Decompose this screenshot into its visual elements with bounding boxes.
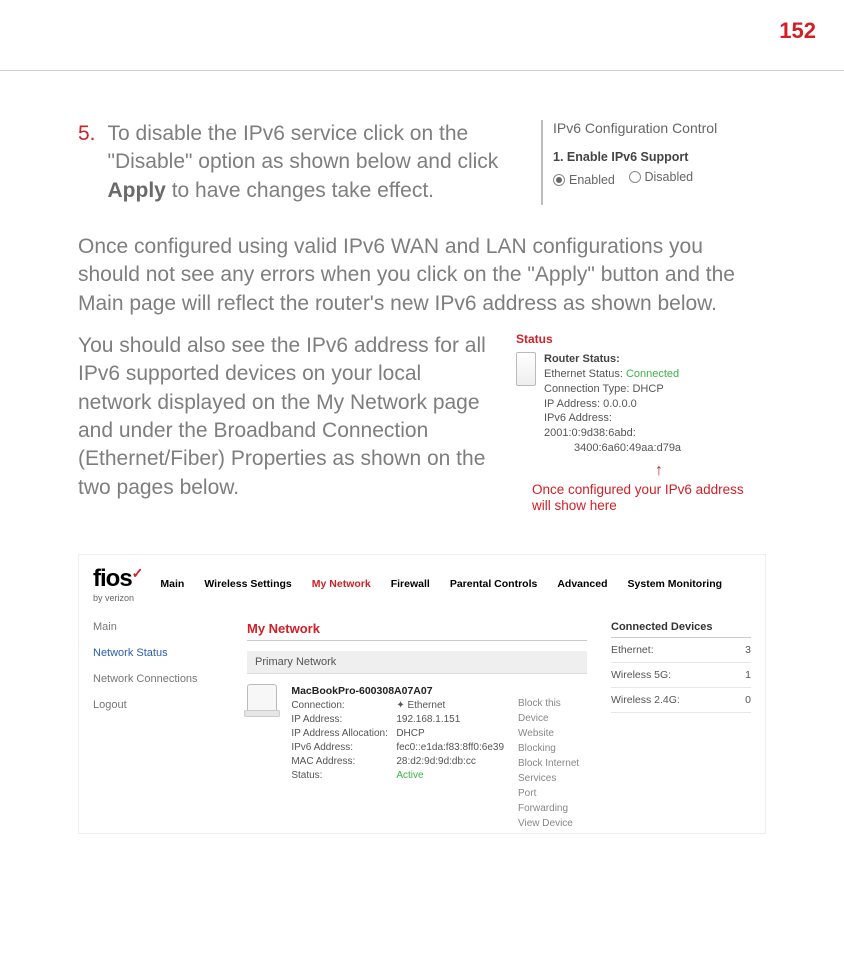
paragraph-1: Once configured using valid IPv6 WAN and… <box>78 233 766 318</box>
status-v: Active <box>396 769 423 783</box>
step-number: 5. <box>78 120 96 205</box>
router-status-label: Router Status: <box>544 352 681 367</box>
status-caption: Once configured your IPv6 address will s… <box>516 482 766 514</box>
connected-devices-panel: Connected Devices Ethernet: 3 Wireless 5G… <box>611 621 751 834</box>
ip-k: IP Address: <box>291 713 396 727</box>
status-heading: Status <box>516 332 766 346</box>
device-table: MacBookPro-600308A07A07 Connection:✦ Eth… <box>291 684 504 783</box>
nav-wireless[interactable]: Wireless Settings <box>204 578 291 590</box>
nav-sysmon[interactable]: System Monitoring <box>628 578 723 590</box>
eth-count-label: Ethernet: <box>611 644 654 656</box>
arrow-up-icon: ↑ <box>516 462 766 480</box>
sidebar-main[interactable]: Main <box>93 621 223 633</box>
page-content: 5. To disable the IPv6 service click on … <box>78 120 766 834</box>
nav-my-network[interactable]: My Network <box>312 578 371 590</box>
router-icon <box>516 352 536 386</box>
device-links: Block this Device Website Blocking Block… <box>518 684 587 834</box>
laptop-icon <box>247 684 277 714</box>
fios-nav: Main Wireless Settings My Network Firewa… <box>160 578 722 590</box>
paragraph-2: You should also see the IPv6 address for… <box>78 332 486 514</box>
radio-disabled-label: Disabled <box>645 170 694 184</box>
w5-count-label: Wireless 5G: <box>611 669 671 681</box>
ip-value: 0.0.0.0 <box>603 398 637 410</box>
ipv6-label: IPv6 Address: <box>544 411 681 426</box>
ip-label: IP Address: <box>544 398 600 410</box>
radio-enabled-label: Enabled <box>569 173 615 187</box>
fios-logo-sub: by verizon <box>93 593 142 603</box>
connected-devices-heading: Connected Devices <box>611 621 751 638</box>
link-block-device[interactable]: Block this Device <box>518 696 587 726</box>
link-view-details[interactable]: View Device Details <box>518 816 587 834</box>
sidebar-network-connections[interactable]: Network Connections <box>93 673 223 685</box>
eth-status-value: Connected <box>626 368 679 380</box>
check-icon: ✓ <box>132 565 143 581</box>
eth-count-value: 3 <box>745 644 751 656</box>
step-text-before: To disable the IPv6 service click on the… <box>108 122 499 173</box>
w24-count-value: 0 <box>745 694 751 706</box>
fios-logo: fios✓ by verizon <box>93 565 142 603</box>
ipv6-question: 1. Enable IPv6 Support <box>553 150 766 164</box>
nav-parental[interactable]: Parental Controls <box>450 578 538 590</box>
conn-v: ✦ Ethernet <box>396 699 445 713</box>
primary-network-label: Primary Network <box>247 651 587 674</box>
eth-status-label: Ethernet Status: <box>544 368 623 380</box>
fios-logo-text: fios <box>93 565 132 592</box>
sidebar-network-status[interactable]: Network Status <box>93 647 223 659</box>
status-k: Status: <box>291 769 396 783</box>
conn-k: Connection: <box>291 699 396 713</box>
ipv6-config-panel: IPv6 Configuration Control 1. Enable IPv… <box>541 120 766 205</box>
ipv6-k: IPv6 Address: <box>291 741 396 755</box>
ipv6-v: fec0::e1da:f83:8ff0:6e39 <box>396 741 504 755</box>
radio-disabled[interactable]: Disabled <box>629 170 694 184</box>
ipv6-panel-title: IPv6 Configuration Control <box>553 120 766 136</box>
link-website-blocking[interactable]: Website Blocking <box>518 726 587 756</box>
header-rule <box>0 70 844 71</box>
w5-count-value: 1 <box>745 669 751 681</box>
page-number: 152 <box>779 18 816 44</box>
my-network-heading: My Network <box>247 621 587 641</box>
ipv6-value-line2: 3400:6a60:49aa:d79a <box>544 441 681 456</box>
fios-router-ui: fios✓ by verizon Main Wireless Settings … <box>78 554 766 834</box>
w24-count-label: Wireless 2.4G: <box>611 694 680 706</box>
step-text-bold: Apply <box>108 179 166 202</box>
conn-type-value: DHCP <box>632 383 663 395</box>
status-panel: Status Router Status: Ethernet Status: C… <box>516 332 766 514</box>
device-name: MacBookPro-600308A07A07 <box>291 685 432 697</box>
radio-enabled[interactable]: Enabled <box>553 173 615 187</box>
nav-main[interactable]: Main <box>160 578 184 590</box>
step-5: 5. To disable the IPv6 service click on … <box>78 120 501 205</box>
ipv6-value-line1: 2001:0:9d38:6abd: <box>544 426 681 441</box>
mac-v: 28:d2:9d:9d:db:cc <box>396 755 476 769</box>
nav-advanced[interactable]: Advanced <box>557 578 607 590</box>
link-port-forwarding[interactable]: Port Forwarding <box>518 786 587 816</box>
radio-dot-icon <box>553 174 565 186</box>
alloc-k: IP Address Allocation: <box>291 727 396 741</box>
sidebar-logout[interactable]: Logout <box>93 699 223 711</box>
mac-k: MAC Address: <box>291 755 396 769</box>
step-text-after: to have changes take effect. <box>166 179 434 202</box>
ip-v: 192.168.1.151 <box>396 713 460 727</box>
fios-main: My Network Primary Network MacBookPro-60… <box>247 621 587 834</box>
conn-type-label: Connection Type: <box>544 383 629 395</box>
router-text: Router Status: Ethernet Status: Connecte… <box>544 352 681 456</box>
alloc-v: DHCP <box>396 727 424 741</box>
fios-sidebar: Main Network Status Network Connections … <box>93 621 223 834</box>
link-block-internet[interactable]: Block Internet Services <box>518 756 587 786</box>
step-text: To disable the IPv6 service click on the… <box>108 120 501 205</box>
radio-dot-icon <box>629 171 641 183</box>
nav-firewall[interactable]: Firewall <box>391 578 430 590</box>
